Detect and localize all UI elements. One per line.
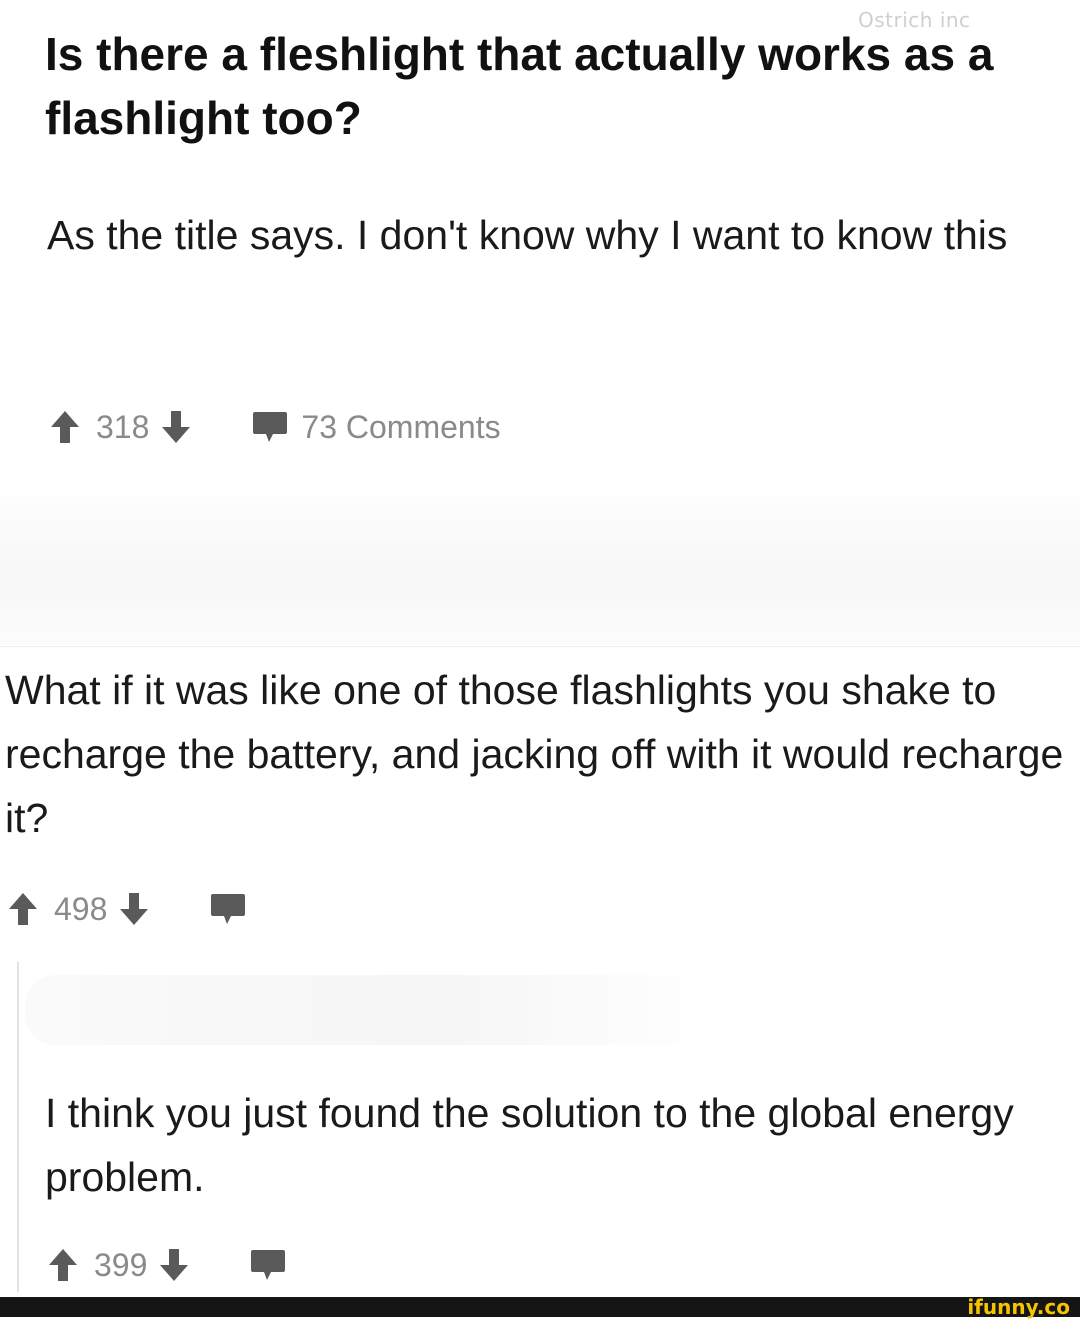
redacted-region [0,475,1080,645]
reply-text: I think you just found the solution to t… [45,1090,1014,1200]
thread-line [17,962,19,1292]
comments-link[interactable]: 73 Comments [301,409,500,446]
footer-bar [0,1297,1080,1317]
comment-bubble-icon[interactable] [251,410,289,444]
upvote-arrow-icon[interactable] [50,409,80,445]
post-score: 318 [96,408,150,445]
reply-bubble-icon[interactable] [209,892,247,926]
post-title: Is there a fleshlight that actually work… [45,28,994,144]
redacted-username [25,975,725,1045]
upvote-arrow-icon[interactable] [8,891,38,927]
upvote-arrow-icon[interactable] [48,1247,78,1283]
ifunny-logo: ifunny.co [967,1295,1070,1319]
reply-score: 399 [94,1246,148,1283]
comment-text: What if it was like one of those flashli… [5,667,1064,841]
reply-actions: 399 [48,1240,287,1290]
post-body: As the title says. I don't know why I wa… [47,212,1008,258]
post-actions: 318 73 Comments [50,402,501,452]
reply-bubble-icon[interactable] [249,1248,287,1282]
comment-actions: 498 [8,884,247,934]
downvote-arrow-icon[interactable] [161,409,191,445]
divider [0,646,1080,647]
downvote-arrow-icon[interactable] [119,891,149,927]
downvote-arrow-icon[interactable] [159,1247,189,1283]
comment-score: 498 [54,890,108,927]
